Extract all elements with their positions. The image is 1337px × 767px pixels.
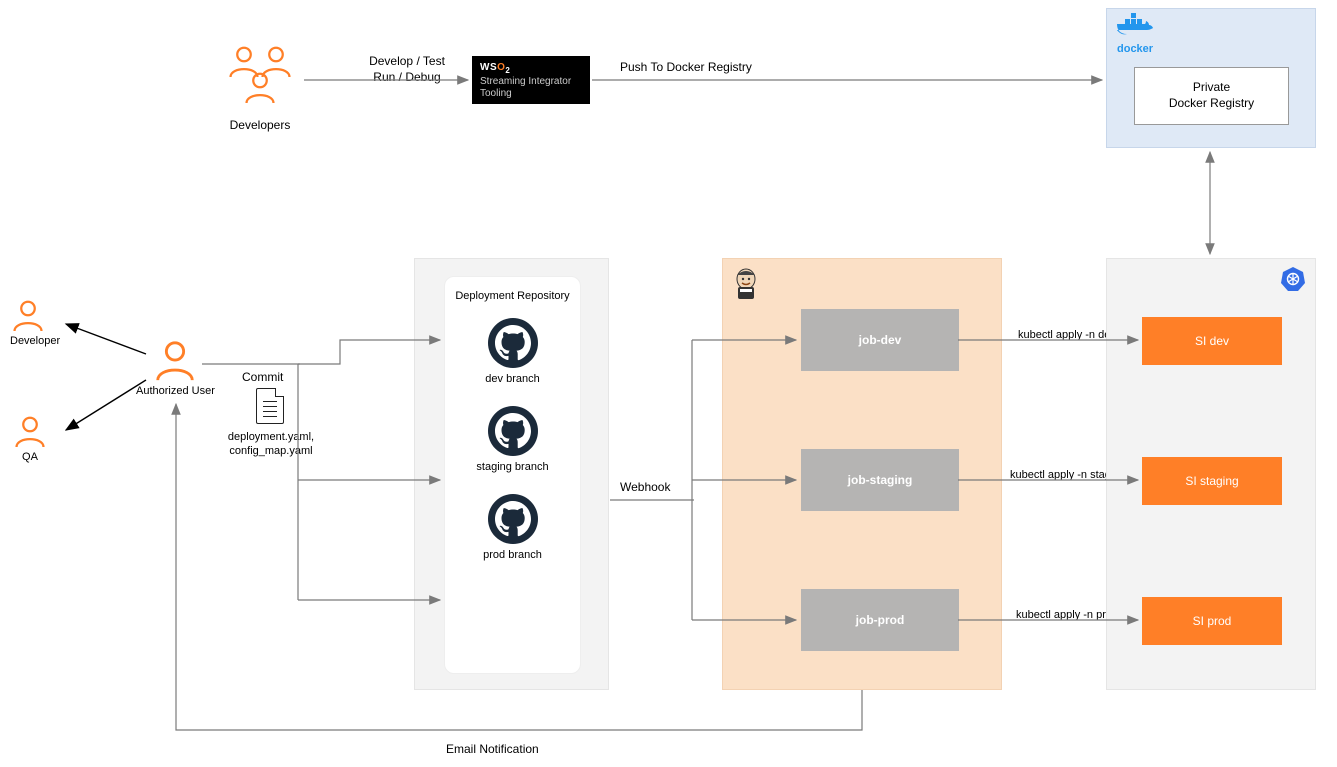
authorized-user-label: Authorized User (136, 384, 215, 398)
file-names: deployment.yaml, config_map.yaml (216, 430, 326, 459)
qa-label: QA (12, 450, 48, 464)
developers-group: Developers (220, 44, 300, 134)
developer-role: Developer (10, 298, 60, 348)
kubectl-dev-label: kubectl apply -n dev (1018, 328, 1116, 342)
kubernetes-icon (1279, 265, 1307, 296)
jenkins-icon (731, 265, 761, 304)
file-icon (256, 388, 284, 424)
user-icon (12, 414, 48, 450)
user-icon (242, 70, 278, 106)
si-prod-box: SI prod (1142, 597, 1282, 645)
job-dev-box: job-dev (801, 309, 959, 371)
docker-logo-label: docker (1117, 43, 1153, 55)
developer-label: Developer (10, 334, 60, 348)
repo-title: Deployment Repository (445, 289, 580, 303)
prod-branch-label: prod branch (445, 549, 580, 561)
job-prod-box: job-prod (801, 589, 959, 651)
authorized-user: Authorized User (152, 338, 215, 398)
docker-panel: docker Private Docker Registry (1106, 8, 1316, 148)
dev-branch-label: dev branch (445, 373, 580, 385)
webhook-label: Webhook (620, 480, 670, 496)
repo-inner: Deployment Repository dev branch staging… (444, 276, 581, 674)
job-staging-box: job-staging (801, 449, 959, 511)
si-staging-box: SI staging (1142, 457, 1282, 505)
jenkins-panel: job-dev job-staging job-prod (722, 258, 1002, 690)
user-icon (152, 338, 198, 384)
wso2-tooling-box: WSO2 Streaming Integrator Tooling (472, 56, 590, 104)
user-icon (10, 298, 46, 334)
qa-role: QA (12, 414, 48, 464)
github-icon (487, 317, 539, 369)
wso2-logo: WSO2 (480, 62, 582, 76)
deployment-repo-panel: Deployment Repository dev branch staging… (414, 258, 609, 690)
developers-label: Developers (220, 118, 300, 134)
commit-label: Commit (242, 370, 283, 386)
kubectl-prod-label: kubectl apply -n prod (1016, 608, 1118, 622)
docker-registry-box: Private Docker Registry (1134, 67, 1289, 125)
github-icon (487, 493, 539, 545)
kubernetes-panel: SI dev SI staging SI prod (1106, 258, 1316, 690)
github-icon (487, 405, 539, 457)
staging-branch-label: staging branch (445, 461, 580, 473)
email-notification-label: Email Notification (446, 742, 539, 758)
develop-test-label: Develop / Test Run / Debug (352, 54, 462, 85)
push-label: Push To Docker Registry (620, 60, 752, 76)
si-dev-box: SI dev (1142, 317, 1282, 365)
